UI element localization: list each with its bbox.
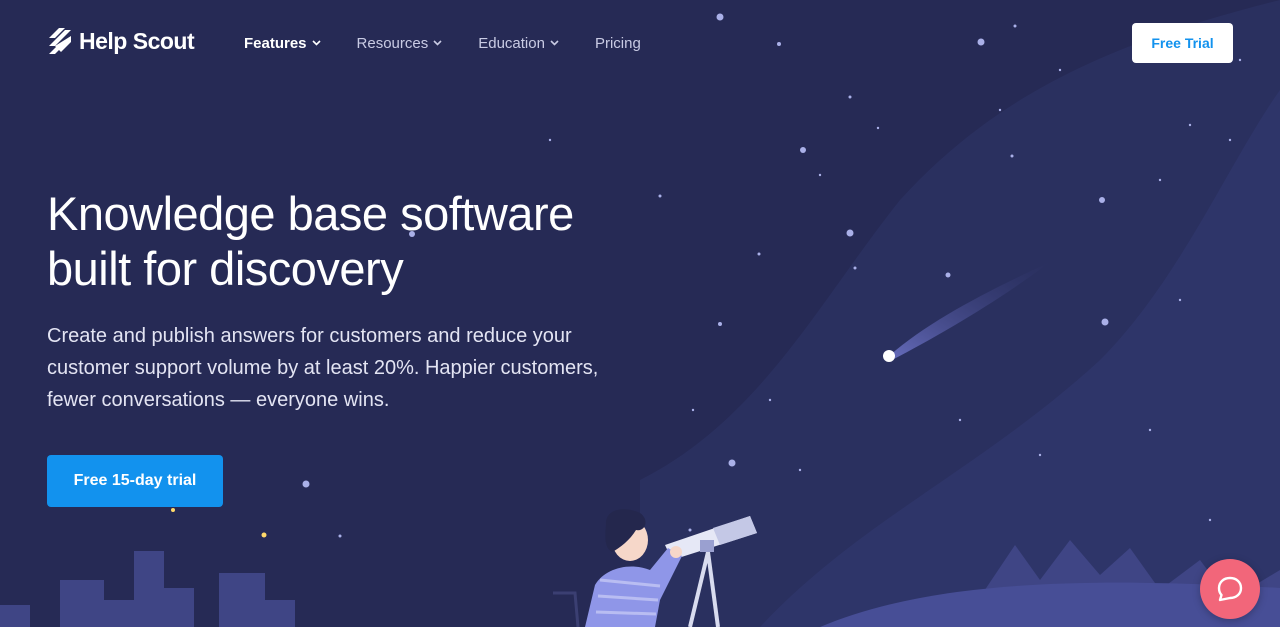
hero-description: Create and publish answers for customers… — [47, 320, 647, 416]
chat-beacon-button[interactable] — [1200, 559, 1260, 619]
main-navigation: Features Resources Education Pricing — [244, 30, 677, 56]
free-15-day-trial-button[interactable]: Free 15-day trial — [47, 455, 223, 507]
night-sky-illustration — [0, 0, 1280, 627]
nav-item-education[interactable]: Education — [478, 35, 559, 52]
chat-bubble-icon — [1217, 576, 1243, 602]
hero-background — [0, 0, 1280, 627]
hero-description-line-1: Create and publish answers for customers… — [47, 325, 572, 347]
help-scout-logo[interactable]: Help Scout — [47, 24, 195, 58]
chevron-down-icon — [311, 40, 321, 46]
city-skyline — [0, 551, 295, 627]
site-header: Help Scout Features Resources Education … — [0, 0, 1280, 86]
chevron-down-icon — [550, 40, 559, 46]
hero-description-line-2: customer support volume by at least 20%.… — [47, 357, 599, 379]
hero-description-line-3: fewer conversations — everyone wins. — [47, 389, 390, 411]
nav-label-features: Features — [244, 34, 307, 52]
nav-label-pricing: Pricing — [594, 34, 641, 52]
hero-title: Knowledge base software built for discov… — [47, 186, 687, 296]
free-trial-button[interactable]: Free Trial — [1132, 23, 1233, 63]
nav-item-features[interactable]: Features — [244, 35, 321, 52]
chevron-down-icon — [433, 40, 442, 46]
nav-item-pricing[interactable]: Pricing — [595, 35, 641, 52]
comet — [883, 350, 895, 362]
nav-label-education: Education — [478, 34, 545, 52]
logo-text: Help Scout — [79, 27, 195, 54]
hero-title-line-2: built for discovery — [47, 242, 404, 295]
nav-item-resources[interactable]: Resources — [357, 35, 443, 52]
nav-label-resources: Resources — [356, 34, 429, 52]
hero-title-line-1: Knowledge base software — [47, 187, 574, 240]
help-scout-logo-icon — [49, 28, 71, 54]
